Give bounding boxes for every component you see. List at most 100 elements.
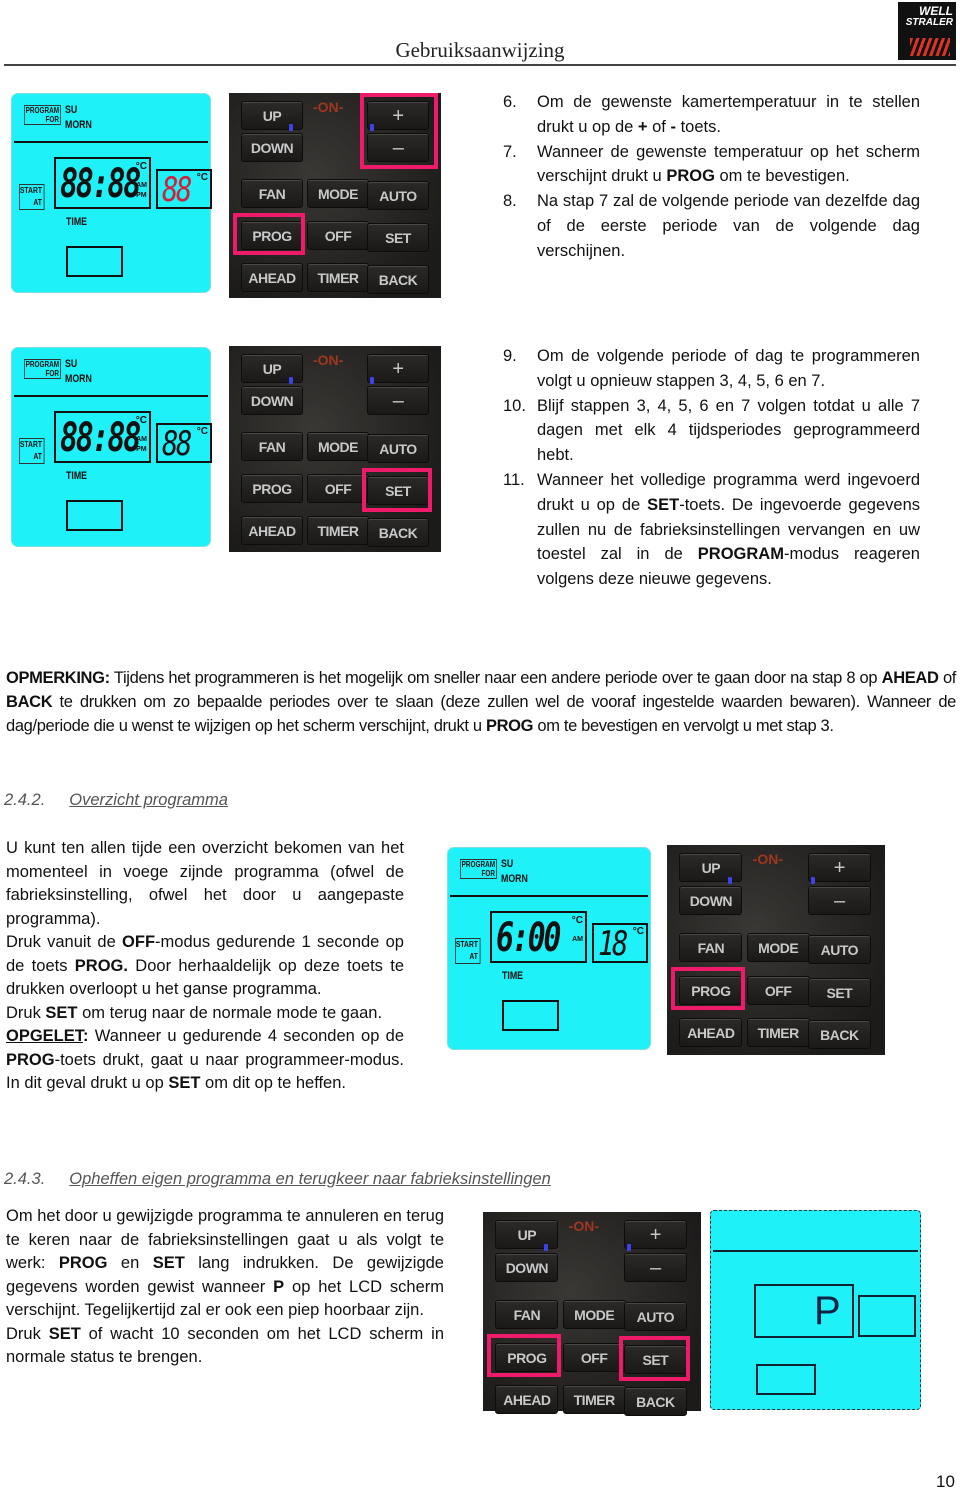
program-for-label: PROGRAM FOR <box>460 859 497 879</box>
set-button[interactable]: SET <box>807 977 871 1007</box>
back-button[interactable]: BACK <box>367 518 429 547</box>
logo-stripes <box>910 38 950 56</box>
prog-button[interactable]: PROG <box>241 474 303 503</box>
off-button[interactable]: OFF <box>307 221 369 250</box>
power-led <box>728 876 733 884</box>
lcd-divider <box>713 1250 918 1252</box>
lcd-extra-box <box>756 1364 816 1395</box>
step-text: Wanneer het volledige programma werd ing… <box>537 470 921 589</box>
minus-button[interactable]: – <box>807 885 871 915</box>
fan-button[interactable]: FAN <box>241 432 303 461</box>
power-led <box>544 1243 549 1251</box>
lcd-temp-box <box>858 1295 916 1337</box>
highlight-set <box>362 468 432 512</box>
set-button[interactable]: SET <box>367 223 429 252</box>
timer-button[interactable]: TIMER <box>307 516 369 545</box>
program-for-label: PROGRAM FOR <box>24 359 61 379</box>
mode-button[interactable]: MODE <box>746 932 810 962</box>
steps-list-6-8: 6. Om de gewenste kamertemperatuur in te … <box>490 90 920 264</box>
lcd-divider <box>450 895 648 897</box>
section-heading-2-4-3: 2.4.3. Opheffen eigen programma en terugk… <box>4 1170 551 1189</box>
back-button[interactable]: BACK <box>367 265 429 294</box>
off-button[interactable]: OFF <box>307 474 369 503</box>
remote-control-figure2: UP DOWN + – FAN MODE AUTO PROG OFF SET AHEAD TIMER B… <box>229 346 441 552</box>
down-button[interactable]: DOWN <box>241 386 303 415</box>
minus-button[interactable]: – <box>367 386 429 415</box>
auto-button[interactable]: AUTO <box>807 934 871 964</box>
minus-button[interactable]: – <box>623 1252 687 1282</box>
ahead-button[interactable]: AHEAD <box>241 516 303 545</box>
auto-button[interactable]: AUTO <box>623 1301 687 1331</box>
section-number: 2.4.2. <box>4 791 46 809</box>
off-button[interactable]: OFF <box>746 975 810 1005</box>
plus-button[interactable]: + <box>807 853 871 883</box>
am-pm-indicator: AM PM <box>136 436 147 453</box>
fan-button[interactable]: FAN <box>241 179 303 208</box>
lcd-p-symbol: P <box>814 1289 841 1333</box>
step-text: Om de gewenste kamertemperatuur in te st… <box>537 93 920 136</box>
lcd-display-figure3: PROGRAM FOR SU MORN START AT 6:00 °C AM 18 … <box>447 847 651 1050</box>
up-button[interactable]: UP <box>495 1220 559 1250</box>
lcd-temp-box: 88 °C <box>156 169 212 209</box>
body-paragraph: Druk SET om terug naar de normale mode t… <box>6 1003 383 1022</box>
off-button[interactable]: OFF <box>562 1342 626 1372</box>
fan-button[interactable]: FAN <box>495 1299 559 1329</box>
mode-button[interactable]: MODE <box>562 1299 626 1329</box>
time-degree-symbol: °C <box>135 415 147 426</box>
step-number: 10. <box>503 396 526 415</box>
down-button[interactable]: DOWN <box>679 885 743 915</box>
ahead-button[interactable]: AHEAD <box>241 263 303 292</box>
day-period-label: SU MORN <box>65 357 92 387</box>
step-item: 10. Blijf stappen 3, 4, 5, 6 en 7 volgen … <box>490 394 920 468</box>
down-button[interactable]: DOWN <box>241 133 303 162</box>
step-item: 9. Om de volgende periode of dag te progr… <box>490 344 920 394</box>
am-pm-indicator: AM PM <box>136 182 147 199</box>
section-title: Opheffen eigen programma en terugkeer na… <box>69 1170 551 1188</box>
temp-digits: 88 <box>162 170 192 210</box>
document-title-text: Gebruiksaanwijzing <box>395 38 565 62</box>
body-paragraph: Druk vanuit de OFF-modus gedurende 1 sec… <box>6 933 404 998</box>
lcd-time-box: 6:00 °C AM <box>490 911 587 963</box>
header-divider <box>4 64 956 66</box>
timer-button[interactable]: TIMER <box>746 1018 810 1048</box>
mode-button[interactable]: MODE <box>307 179 369 208</box>
step-text: Om de volgende periode of dag te program… <box>537 347 920 390</box>
document-title: Gebruiksaanwijzing <box>0 38 960 63</box>
step-text: Blijf stappen 3, 4, 5, 6 en 7 volgen tot… <box>537 396 920 465</box>
up-button[interactable]: UP <box>679 853 743 883</box>
timer-button[interactable]: TIMER <box>562 1385 626 1415</box>
up-button[interactable]: UP <box>241 354 303 383</box>
logo-line1: WELL <box>919 4 953 18</box>
timer-button[interactable]: TIMER <box>307 263 369 292</box>
section-heading-2-4-2: 2.4.2. Overzicht programma <box>4 791 228 810</box>
lcd-temp-box: 88 °C <box>156 423 212 463</box>
auto-button[interactable]: AUTO <box>367 434 429 463</box>
body-paragraph: OPGELET: Wanneer u gedurende 4 seconden … <box>6 1027 404 1092</box>
down-button[interactable]: DOWN <box>495 1252 559 1282</box>
section-2-4-2-body: U kunt ten allen tijde een overzicht bek… <box>6 837 404 1096</box>
fan-button[interactable]: FAN <box>679 932 743 962</box>
ahead-button[interactable]: AHEAD <box>679 1018 743 1048</box>
lcd-temp-box: 18 °C <box>592 923 648 963</box>
time-label: TIME <box>66 216 88 228</box>
back-button[interactable]: BACK <box>623 1387 687 1417</box>
mode-button[interactable]: MODE <box>307 432 369 461</box>
auto-button[interactable]: AUTO <box>367 181 429 210</box>
highlight-plus-minus <box>360 93 438 169</box>
ahead-button[interactable]: AHEAD <box>495 1385 559 1415</box>
time-digits: 88:88 <box>60 415 141 461</box>
note-label: OPMERKING: <box>6 669 110 687</box>
time-digits: 6:00 <box>496 915 562 961</box>
plus-button[interactable]: + <box>367 354 429 383</box>
highlight-prog <box>671 967 745 1011</box>
back-button[interactable]: BACK <box>807 1020 871 1050</box>
start-at-label: START AT <box>19 184 45 210</box>
plus-button[interactable]: + <box>623 1220 687 1250</box>
note-paragraph: OPMERKING: Tijdens het programmeren is h… <box>6 666 956 738</box>
up-button[interactable]: UP <box>241 101 303 130</box>
lcd-divider <box>14 395 208 397</box>
step-item: 8. Na stap 7 zal de volgende periode van … <box>490 189 920 263</box>
period-label: MORN <box>65 119 92 131</box>
step-item: 7. Wanneer de gewenste temperatuur op het… <box>490 140 920 190</box>
step-number: 9. <box>503 347 517 365</box>
